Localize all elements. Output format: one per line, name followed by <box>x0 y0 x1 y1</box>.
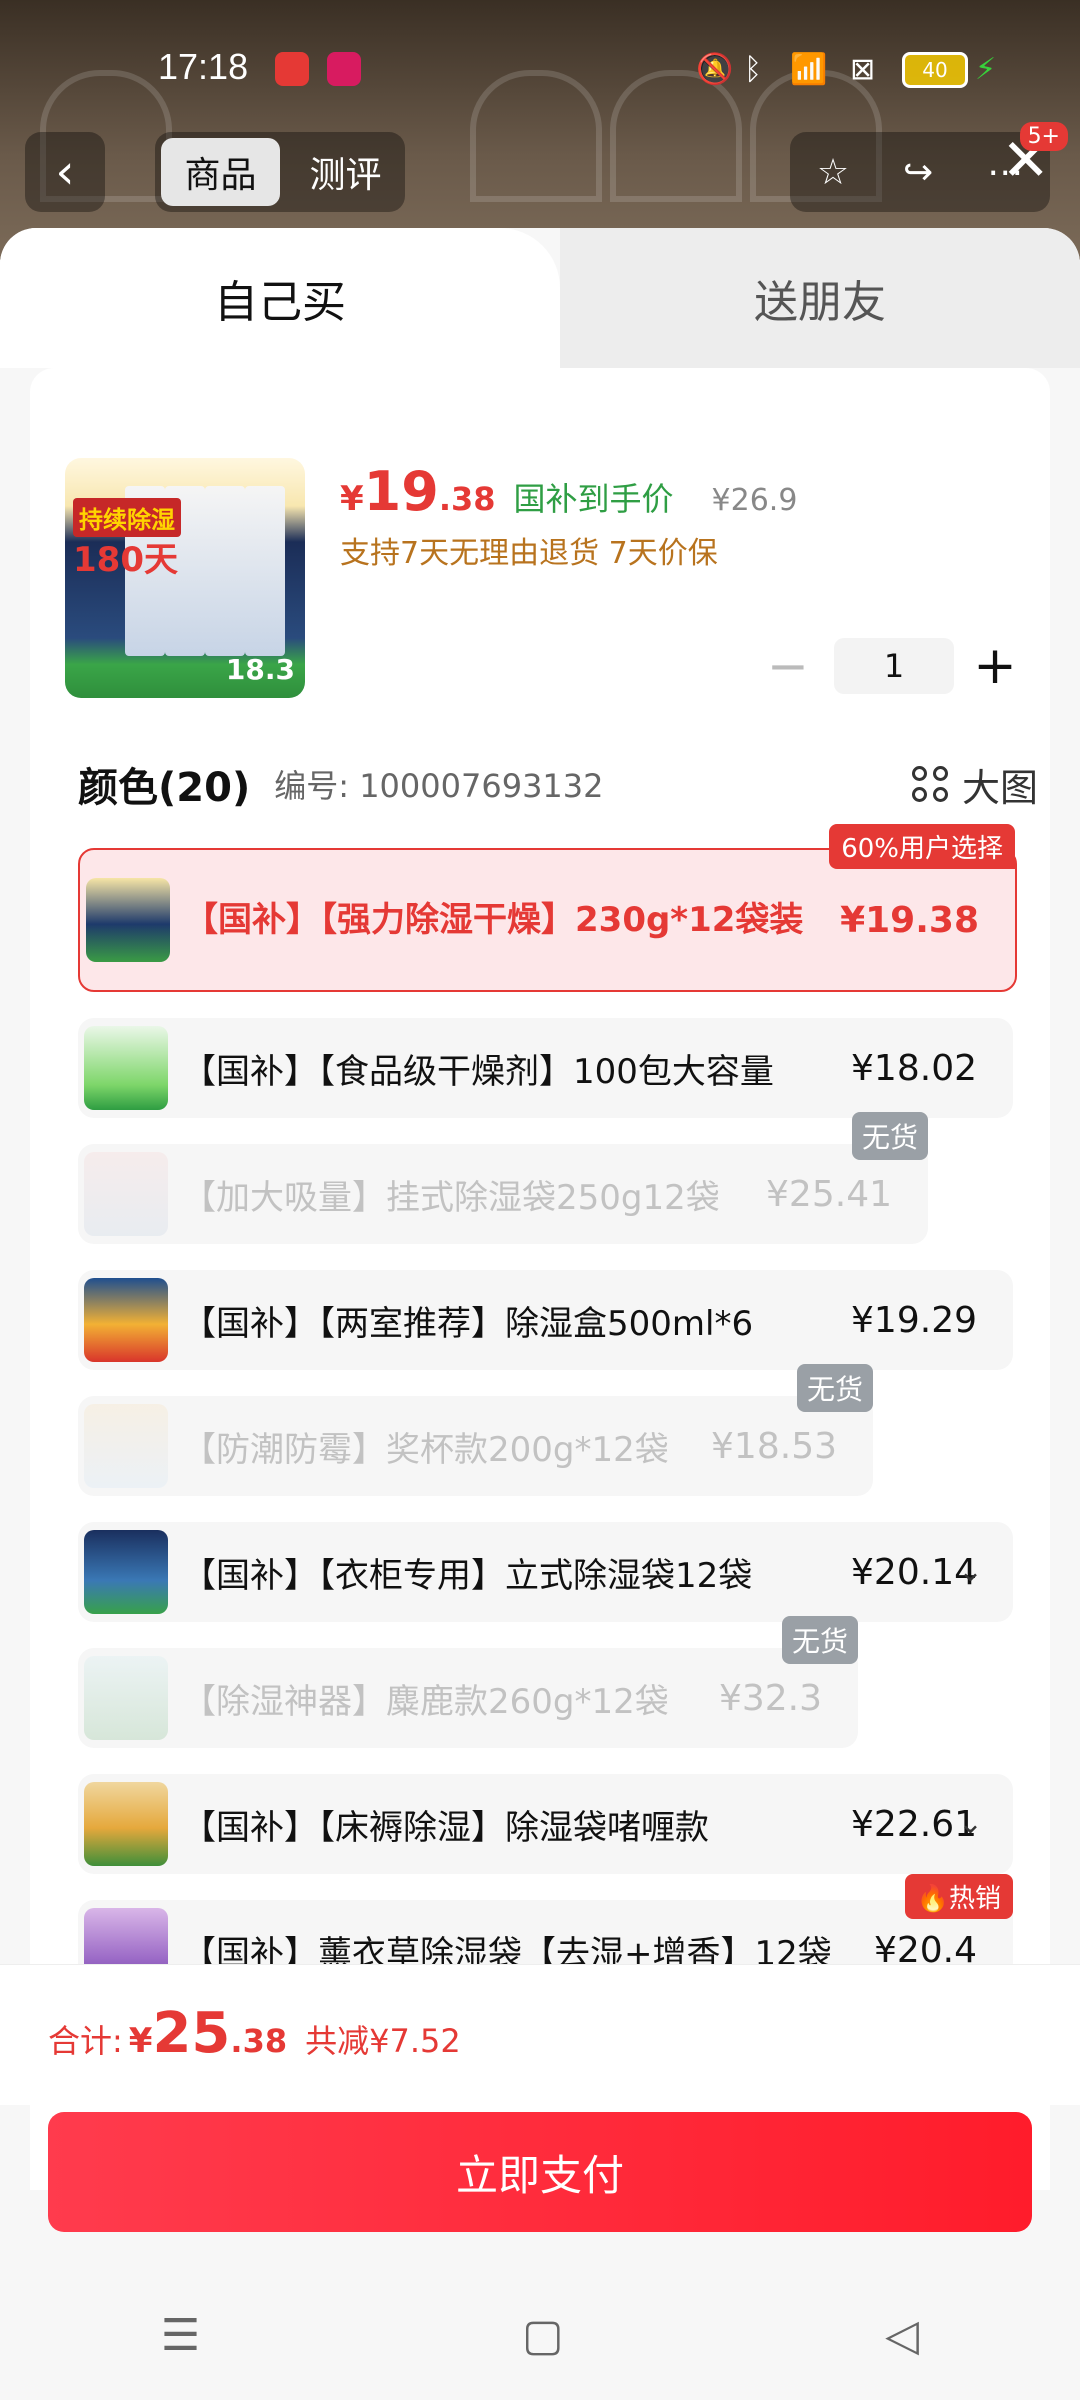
option-thumbnail <box>84 1278 168 1362</box>
option-label: 【国补】【两室推荐】除湿盒500ml*6 <box>182 1303 754 1344</box>
decrease-button[interactable]: − <box>758 637 818 695</box>
total-decimal: .38 <box>230 2022 288 2060</box>
big-image-toggle[interactable]: 大图 <box>911 757 1038 812</box>
option-thumbnail <box>84 1530 168 1614</box>
color-option-list: 【国补】【强力除湿干燥】230g*12袋装 ¥19.38 60%用户选择 【国补… <box>78 824 1017 2026</box>
option-price: ¥19.29 <box>851 1299 977 1341</box>
gov-subsidy-label: 国补到手价 <box>513 480 674 518</box>
status-bar: 17:18 🔕 ᛒ 📶 ⊠ 40 ⚡ <box>0 40 1080 100</box>
tab-gift-friend[interactable]: 送朋友 <box>560 228 1080 368</box>
color-option[interactable]: 【防潮防霉】奖杯款200g*12袋 ¥18.53 无货 <box>78 1364 873 1496</box>
total-label: 合计: <box>48 2022 123 2060</box>
back-icon[interactable]: ◁ <box>885 2310 919 2361</box>
option-label: 【除湿神器】麋鹿款260g*12袋 <box>182 1681 669 1722</box>
price-decimal: .38 <box>438 480 496 518</box>
option-price: ¥25.41 <box>766 1173 892 1215</box>
option-price: ¥18.02 <box>851 1047 977 1089</box>
product-image-text: 180天 <box>73 540 178 580</box>
heart-app-icon <box>327 52 361 86</box>
product-pack <box>205 486 245 656</box>
order-summary: 合计: ¥ 25 .38 共减¥7.52 <box>0 1964 1080 2105</box>
message-badge: 5+ <box>1019 122 1068 151</box>
color-title: 颜色(20) <box>78 765 251 811</box>
price-currency: ¥ <box>340 479 364 519</box>
option-thumbnail <box>84 1782 168 1866</box>
home-icon[interactable]: ▢ <box>522 2310 564 2361</box>
option-price: ¥18.53 <box>711 1425 837 1467</box>
tab-buy-self[interactable]: 自己买 <box>0 228 560 368</box>
tab-product[interactable]: 商品 <box>161 138 280 206</box>
color-option[interactable]: 【国补】【强力除湿干燥】230g*12袋装 ¥19.38 60%用户选择 <box>78 824 1017 992</box>
color-option[interactable]: 【除湿神器】麋鹿款260g*12袋 ¥32.3 无货 <box>78 1616 858 1748</box>
quantity-field[interactable]: 1 <box>834 638 954 694</box>
color-header: 颜色(20) 编号: 100007693132 大图 <box>78 752 1038 816</box>
option-thumbnail <box>84 1404 168 1488</box>
product-thumbnail[interactable]: 持续除湿 180天 18.3 <box>65 458 305 698</box>
total-integer: 25 <box>152 2001 231 2066</box>
total-line: 合计: ¥ 25 .38 共减¥7.52 <box>48 2001 461 2066</box>
option-label: 【国补】【床褥除湿】除湿袋啫喱款 <box>182 1807 709 1848</box>
pay-now-button[interactable]: 立即支付 <box>48 2112 1032 2232</box>
product-pack <box>245 486 285 656</box>
hot-sale-label: 热销 <box>948 1884 1001 1914</box>
total-discount: 共减¥7.52 <box>305 2022 461 2060</box>
option-thumbnail <box>84 1656 168 1740</box>
system-navigation: ☰ ▢ ◁ <box>0 2290 1080 2380</box>
charging-icon: ⚡ <box>975 52 997 87</box>
option-thumbnail <box>84 1026 168 1110</box>
color-option[interactable]: 【国补】【衣柜专用】立式除湿袋12袋 ¥20.14 ⌄ <box>78 1522 1013 1622</box>
option-price: ¥19.38 <box>840 899 979 941</box>
original-price: ¥26.9 <box>711 483 798 518</box>
sku-number: 编号: 100007693132 <box>274 767 604 805</box>
big-image-label: 大图 <box>961 765 1038 810</box>
price-row: ¥ 19 .38 国补到手价 ¥26.9 <box>340 460 797 530</box>
share-icon[interactable]: ↪ <box>903 152 933 193</box>
chevron-left-icon: ‹ <box>55 144 75 200</box>
wifi-icon: 📶 <box>790 52 828 87</box>
option-thumbnail <box>86 878 170 962</box>
sold-out-tag: 无货 <box>781 1616 858 1664</box>
hot-sale-tag: 🔥热销 <box>904 1874 1013 1919</box>
increase-button[interactable]: + <box>970 636 1020 696</box>
option-label: 【加大吸量】挂式除湿袋250g12袋 <box>182 1177 720 1218</box>
sheet-content: 持续除湿 180天 18.3 ¥ 19 .38 国补到手价 ¥26.9 支持7天… <box>30 368 1050 2190</box>
option-price: ¥32.3 <box>718 1677 822 1719</box>
option-label: 【国补】【食品级干燥剂】100包大容量 <box>182 1051 774 1092</box>
purchase-tabs: 送朋友 自己买 <box>0 228 1080 368</box>
product-image-price: 18.3 <box>225 653 295 686</box>
product-page-background <box>0 0 1080 260</box>
sim-icon: ⊠ <box>850 52 876 87</box>
video-app-icon <box>275 52 309 86</box>
grid-icon <box>911 766 948 802</box>
option-thumbnail <box>84 1152 168 1236</box>
fire-icon: 🔥 <box>916 1884 949 1914</box>
chevron-down-icon[interactable]: ⌄ <box>958 1806 983 1841</box>
sold-out-tag: 无货 <box>851 1112 928 1160</box>
chevron-down-icon[interactable]: ⌄ <box>958 1554 983 1589</box>
star-icon[interactable]: ☆ <box>817 152 849 193</box>
page-segment: 商品 测评 <box>155 132 405 212</box>
top-navigation: ‹ 商品 测评 ☆ ↪ ⋯ ✕ 5+ <box>0 122 1080 220</box>
bluetooth-icon: ᛒ <box>744 52 762 87</box>
sold-out-tag: 无货 <box>796 1364 873 1412</box>
price-integer: 19 <box>363 460 439 523</box>
color-option[interactable]: 【国补】【食品级干燥剂】100包大容量 ¥18.02 <box>78 1018 1013 1118</box>
back-button[interactable]: ‹ <box>25 132 105 212</box>
option-label: 【国补】【强力除湿干燥】230g*12袋装 <box>184 900 804 940</box>
option-label: 【防潮防霉】奖杯款200g*12袋 <box>182 1429 669 1470</box>
menu-icon[interactable]: ☰ <box>161 2310 200 2361</box>
status-time: 17:18 <box>158 46 249 87</box>
color-option[interactable]: 【国补】【床褥除湿】除湿袋啫喱款 ¥22.61 ⌄ <box>78 1774 1013 1874</box>
total-currency: ¥ <box>128 2021 153 2061</box>
popular-tag: 60%用户选择 <box>829 824 1015 869</box>
tab-review[interactable]: 测评 <box>286 146 405 198</box>
color-option[interactable]: 【国补】【两室推荐】除湿盒500ml*6 ¥19.29 <box>78 1270 1013 1370</box>
quantity-stepper: − 1 + <box>758 636 1020 696</box>
mute-icon: 🔕 <box>696 52 734 87</box>
battery-icon: 40 <box>902 52 968 88</box>
option-label: 【国补】【衣柜专用】立式除湿袋12袋 <box>182 1555 753 1596</box>
color-option[interactable]: 【加大吸量】挂式除湿袋250g12袋 ¥25.41 无货 <box>78 1112 928 1244</box>
return-policy: 支持7天无理由退货 7天价保 <box>340 536 718 571</box>
